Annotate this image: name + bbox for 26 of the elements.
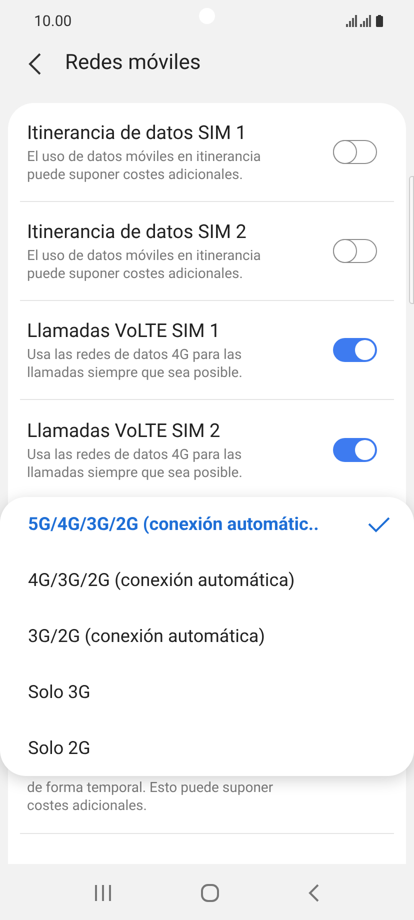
setting-description: El uso de datos móviles en itinerancia puede suponer costes adicionales. [27,148,262,184]
setting-title: Llamadas VoLTE SIM 1 [27,318,222,344]
menu-option[interactable]: Solo 2G [0,720,414,776]
toggle-switch[interactable] [333,338,377,362]
menu-option[interactable]: 5G/4G/3G/2G (conexión automátic.. [0,497,414,553]
setting-title: Itinerancia de datos SIM 1 [27,120,248,146]
page-title: Redes móviles [65,50,201,78]
back-icon[interactable] [28,53,42,75]
status-time: 10.00 [34,10,72,32]
toggle-switch[interactable] [333,239,377,263]
menu-option[interactable]: 4G/3G/2G (conexión automática) [0,552,414,609]
home-icon[interactable] [200,882,220,902]
setting-description: de forma temporal. Esto puede suponer [27,779,274,797]
menu-option[interactable]: 3G/2G (conexión automática) [0,608,414,664]
check-icon [368,516,390,533]
setting-description: Usa las redes de datos 4G para las llamadas siempre que sea posible. [27,346,244,382]
setting-description: Usa las redes de datos 4G para las llamadas siempre que sea posible. [27,446,244,482]
menu-option[interactable]: Solo 3G [0,664,414,720]
recent-apps-icon[interactable] [94,884,112,902]
toggle-switch[interactable] [333,140,377,164]
setting-title: Itinerancia de datos SIM 2 [27,219,248,245]
setting-title: Llamadas VoLTE SIM 2 [27,418,222,444]
setting-description: El uso de datos móviles en itinerancia puede suponer costes adicionales. [27,247,262,283]
toggle-switch[interactable] [333,438,377,462]
setting-description: costes adicionales. [27,797,148,815]
status-icons [346,15,386,27]
